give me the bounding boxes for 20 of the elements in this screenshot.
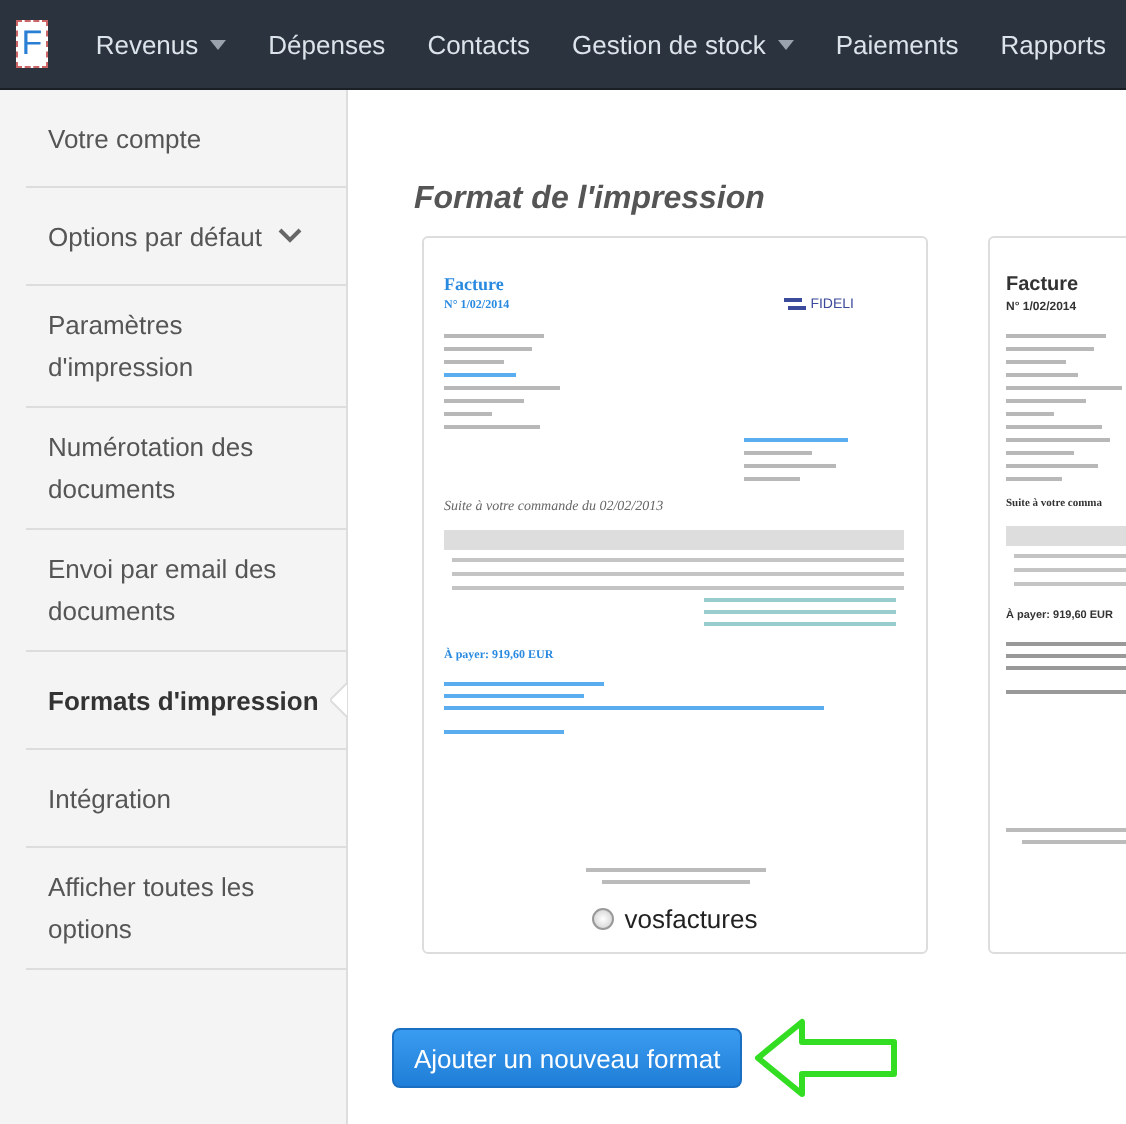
nav-item[interactable]: Paiements	[813, 29, 979, 59]
sidebar-item[interactable]: Intégration	[26, 750, 346, 848]
app-logo[interactable]: F	[16, 20, 48, 68]
sidebar-item[interactable]: Votre compte	[26, 90, 346, 188]
nav-item[interactable]: Contacts	[405, 29, 550, 59]
sidebar-item[interactable]: Afficher toutes les options	[26, 848, 346, 970]
nav-item[interactable]: Rapports	[978, 29, 1126, 59]
nav-item[interactable]: Revenus	[73, 29, 247, 59]
sidebar-item[interactable]: Paramètres d'impression	[26, 286, 346, 408]
invoice-heading: Facture	[444, 274, 506, 294]
add-format-button[interactable]: Ajouter un nouveau format	[392, 1028, 743, 1088]
format-name: vosfactures	[624, 904, 758, 934]
section-title: Format de l'impression	[414, 182, 767, 218]
invoice-heading: Facture	[1006, 274, 1079, 296]
nav-item[interactable]: Dépenses	[246, 29, 406, 59]
nav-item[interactable]: Gestion de stock	[550, 29, 814, 59]
sidebar-item[interactable]: Envoi par email des documents	[26, 530, 346, 652]
sidebar-item[interactable]: Numérotation des documents	[26, 408, 346, 530]
sidebar-item[interactable]: Options par défaut	[26, 188, 346, 286]
sidebar-item[interactable]: Formats d'impression	[26, 652, 346, 750]
